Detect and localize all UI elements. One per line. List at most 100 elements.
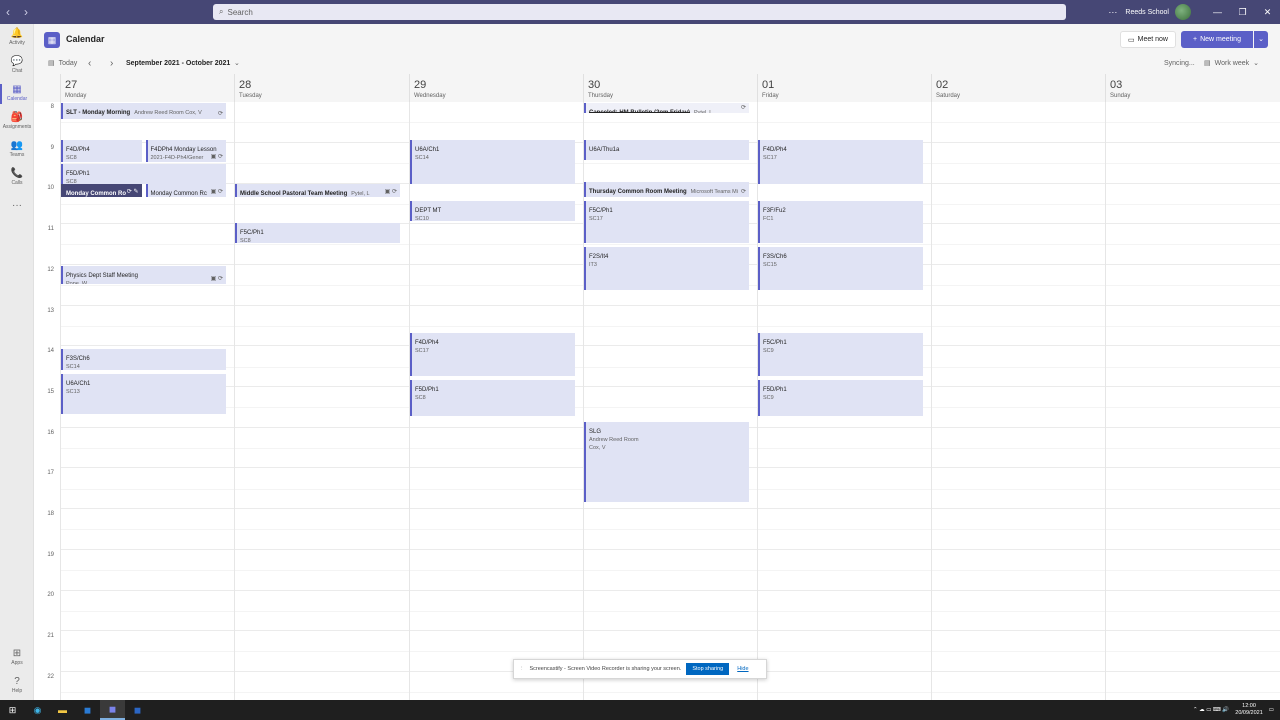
event-status-icon: ▣ ⟳	[210, 188, 223, 195]
calendar-event[interactable]: SLG Andrew Reed Room Cox, V	[584, 422, 749, 502]
hour-line	[60, 304, 1280, 306]
new-meeting-dropdown[interactable]: ⌄	[1254, 31, 1268, 48]
clock-time: 12:00	[1242, 703, 1256, 709]
hour-line	[60, 589, 1280, 591]
minimize-icon[interactable]: —	[1205, 7, 1230, 17]
calendar-event[interactable]: U6A/Ch1 SC14	[410, 139, 575, 185]
calendar-event[interactable]: Middle School Pastoral Team Meeting Pytel…	[235, 184, 400, 197]
new-meeting-button[interactable]: + New meeting	[1181, 31, 1253, 48]
rail-item-activity[interactable]: 🔔 Activity	[0, 28, 34, 47]
event-detail: Pytel, L	[694, 110, 713, 114]
calendar-event[interactable]: F4DPh4 Monday Lesson 2021-F4D-Ph4/Gener ▣ …	[145, 139, 226, 162]
calendar-event[interactable]: F3S/Ch6 SC14	[61, 349, 226, 370]
rail-item-calls[interactable]: 📞 Calls	[0, 168, 34, 187]
calendar-event[interactable]: F3F/Fu2 FC1	[758, 200, 923, 244]
calendar-event[interactable]: Canceled: HM Bulletin (2pm Friday) Pytel,…	[584, 103, 749, 114]
half-hour-line	[60, 692, 1280, 694]
edge-icon[interactable]: ◉	[25, 700, 50, 720]
new-meeting-label: New meeting	[1200, 36, 1241, 43]
rail-item-help[interactable]: ? Help	[0, 676, 34, 695]
rail-item-more[interactable]: ···	[0, 200, 34, 212]
close-icon[interactable]: ✕	[1255, 7, 1280, 18]
drag-handle-icon[interactable]: ⋮	[519, 666, 525, 672]
apps-icon: ⊞	[12, 648, 22, 659]
notifications-icon[interactable]: ▭	[1269, 707, 1274, 713]
file-explorer-icon[interactable]: ▬	[50, 700, 75, 720]
day-name: Sunday	[1110, 93, 1131, 99]
previous-week-button[interactable]: ‹	[88, 58, 91, 69]
day-header-monday[interactable]: 27 Monday	[60, 74, 234, 102]
chevron-down-icon: ⌄	[1253, 60, 1259, 67]
today-label: Today	[58, 59, 78, 67]
rail-item-apps[interactable]: ⊞ Apps	[0, 648, 34, 667]
calendar-today-icon: ▤	[48, 60, 55, 67]
event-status-icon: ⟳ ✎	[126, 188, 139, 195]
calendar-event[interactable]: F5D/Ph1 SC8	[61, 164, 226, 185]
chevron-down-icon[interactable]: ⌄	[234, 59, 240, 67]
rail-label: Calendar	[6, 96, 28, 102]
back-icon[interactable]: ‹	[6, 5, 10, 19]
outlook-icon[interactable]: ◼	[75, 700, 100, 720]
restore-icon[interactable]: ❐	[1230, 7, 1255, 18]
day-header-thursday[interactable]: 30 Thursday	[583, 74, 757, 102]
event-location: SC8	[415, 394, 426, 401]
calendar-event[interactable]: Thursday Common Room Meeting Microsoft Te…	[584, 182, 749, 197]
event-location: SC10	[415, 215, 429, 222]
tray-icons[interactable]: ⌃ ☁ ▭ ⌨ 🔊	[1193, 707, 1229, 713]
meet-now-button[interactable]: ▭ Meet now	[1120, 31, 1176, 48]
event-title: F4DPh4 Monday Lesson	[150, 146, 217, 153]
rail-item-calendar[interactable]: ▦ Calendar	[0, 84, 34, 104]
view-selector[interactable]: ▤ Work week ⌄	[1204, 59, 1259, 68]
search-input[interactable]: ⌕ Search	[213, 4, 1066, 20]
calendar-event[interactable]: F5D/Ph1 SC8	[410, 379, 575, 417]
event-location: IT3	[589, 262, 597, 269]
rail-item-teams[interactable]: 👥 Teams	[0, 140, 34, 159]
day-header-saturday[interactable]: 02 Saturday	[931, 74, 1105, 102]
calendar-event[interactable]: F4D/Ph4 SC17	[758, 139, 923, 185]
teams-taskbar-icon[interactable]: ◼	[100, 700, 125, 720]
day-header-sunday[interactable]: 03 Sunday	[1105, 74, 1280, 102]
clock[interactable]: 12:00 20/09/2021	[1235, 703, 1263, 717]
rail-item-chat[interactable]: 💬 Chat	[0, 56, 34, 75]
day-header-tuesday[interactable]: 28 Tuesday	[234, 74, 409, 102]
calendar-event[interactable]: F3S/Ch6 SC15	[758, 247, 923, 291]
calendar-event[interactable]: U6A/Ch1 SC13	[61, 373, 226, 415]
rail-item-assignments[interactable]: 🎒 Assignments	[0, 112, 34, 131]
event-title: Middle School Pastoral Team Meeting	[240, 191, 348, 197]
hide-link[interactable]: Hide	[737, 666, 748, 672]
forward-icon[interactable]: ›	[24, 5, 28, 19]
day-number: 27	[65, 79, 78, 91]
event-title: F3S/Ch6	[66, 356, 90, 363]
avatar[interactable]	[1175, 4, 1191, 20]
calendar-event[interactable]: F5D/Ph1 SC9	[758, 379, 923, 417]
word-icon[interactable]: ◼	[125, 700, 150, 720]
calendar-event[interactable]: F5C/Ph1 SC9	[758, 332, 923, 376]
calendar-event[interactable]: F4D/Ph4 SC17	[410, 332, 575, 376]
history-nav: ‹ ›	[2, 5, 32, 19]
date-range[interactable]: September 2021 - October 2021	[126, 60, 230, 67]
day-number: 29	[414, 79, 427, 91]
next-week-button[interactable]: ›	[110, 58, 113, 69]
calendar-event[interactable]: DEPT MT SC10	[410, 200, 575, 222]
windows-start-icon[interactable]: ⊞	[0, 700, 25, 720]
title-bar-right: ··· Reeds School — ❐ ✕	[1108, 0, 1280, 24]
org-name: Reeds School	[1125, 8, 1169, 16]
calendar-grid[interactable]: 8 9 10 11 12 13 14 15 16 17 18 19 20 21 22 SLT - Monday…	[34, 102, 1280, 700]
calendar-event[interactable]: Monday Common Rc ▣ ⟳	[145, 184, 226, 197]
day-header-friday[interactable]: 01 Friday	[757, 74, 931, 102]
calendar-event[interactable]: Physics Dept Staff Meeting Pope, W ▣ ⟳	[61, 265, 226, 285]
day-header-wednesday[interactable]: 29 Wednesday	[409, 74, 583, 102]
calendar-event[interactable]: SLT - Monday Morning Andrew Reed Room Cox…	[61, 103, 226, 120]
settings-more-icon[interactable]: ···	[1108, 7, 1117, 17]
event-status-icon: ▣ ⟳	[210, 154, 223, 160]
calendar-event[interactable]: U6A/Thu1a	[584, 139, 749, 160]
hour-line	[60, 630, 1280, 632]
calendar-event[interactable]: F4D/Ph4 SC8	[61, 139, 142, 162]
calendar-event[interactable]: F2S/It4 IT3	[584, 247, 749, 291]
stop-sharing-button[interactable]: Stop sharing	[686, 663, 730, 675]
calendar-event[interactable]: F5C/Ph1 SC17	[584, 200, 749, 244]
event-status-icon: ⟳	[740, 105, 746, 112]
calendar-event[interactable]: Monday Common Ro ⟳ ✎	[61, 184, 142, 197]
today-button[interactable]: ▤ Today	[48, 59, 78, 68]
calendar-event[interactable]: F5C/Ph1 SC8	[235, 223, 400, 244]
